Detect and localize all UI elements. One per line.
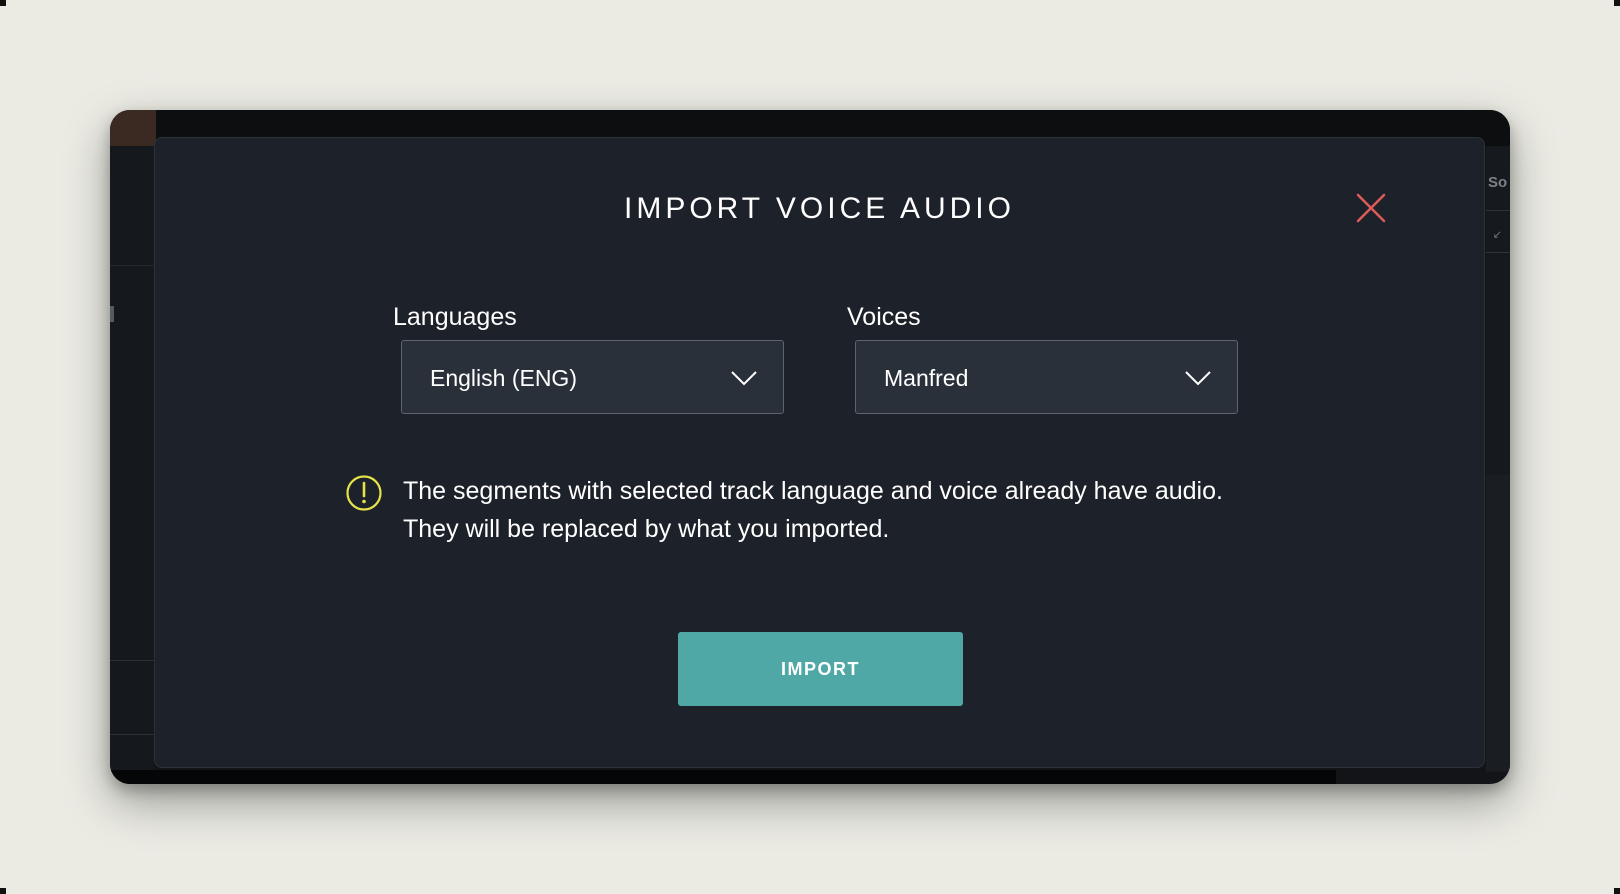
voices-select[interactable]: Manfred (855, 340, 1238, 414)
corner-mark (1614, 888, 1620, 894)
languages-label: Languages (393, 303, 517, 331)
background-right-panel-label: So (1488, 174, 1508, 191)
import-button[interactable]: IMPORT (678, 632, 963, 706)
warning-message: The segments with selected track languag… (403, 477, 1223, 543)
voices-label: Voices (847, 303, 921, 331)
close-icon (1356, 193, 1386, 223)
import-voice-audio-modal: IMPORT VOICE AUDIO Languages English (EN… (154, 137, 1485, 768)
divider (110, 660, 154, 661)
corner-mark (0, 0, 6, 6)
corner-mark (1614, 0, 1620, 6)
chevron-down-icon (731, 371, 757, 386)
divider (1486, 210, 1510, 211)
divider (110, 734, 154, 735)
background-left-panel (110, 146, 154, 772)
close-button[interactable] (1355, 192, 1387, 224)
background-thumbnail (110, 110, 156, 146)
languages-select[interactable]: English (ENG) (401, 340, 784, 414)
background-marker (110, 306, 114, 322)
divider (110, 265, 154, 266)
divider (1486, 252, 1510, 253)
voices-selected-value: Manfred (884, 365, 969, 391)
background-bottom-bar (110, 770, 1336, 784)
chevron-down-icon (1185, 371, 1211, 386)
background-right-block (1486, 475, 1510, 771)
exclamation-circle-icon (346, 475, 382, 511)
languages-selected-value: English (ENG) (430, 365, 577, 391)
modal-title: IMPORT VOICE AUDIO (624, 192, 1015, 225)
corner-mark (0, 888, 6, 894)
arrow-icon: ↙ (1492, 229, 1502, 241)
